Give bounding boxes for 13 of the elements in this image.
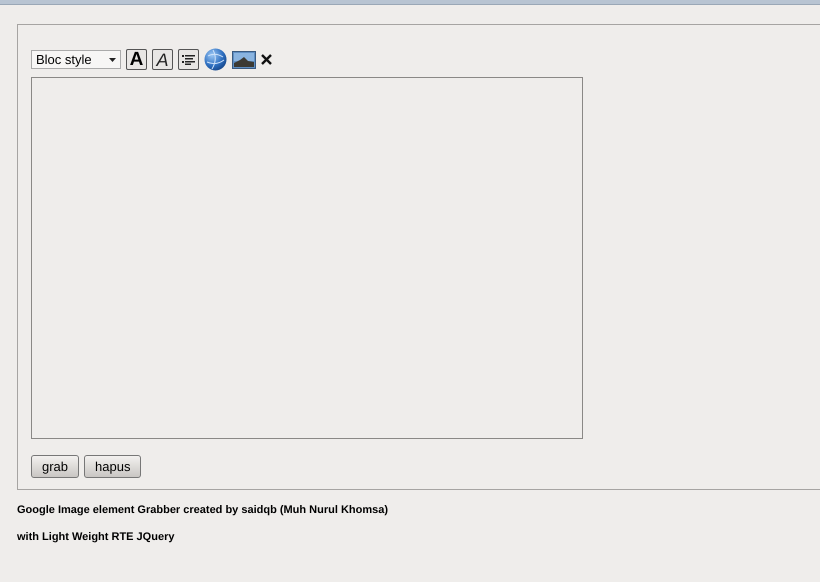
dropdown-arrow-icon <box>109 58 116 62</box>
action-button[interactable]: hapus <box>84 455 142 478</box>
list-icon <box>182 54 195 64</box>
action-button[interactable]: grab <box>31 455 80 478</box>
bold-button[interactable]: A <box>126 49 147 70</box>
credit-text: Google Image element Grabber created by saidqb (Muh Nurul Khomsa) <box>17 503 390 517</box>
style-select[interactable]: Bloc style <box>31 50 121 69</box>
list-button[interactable] <box>178 49 199 70</box>
credit-text: with Light Weight RTE JQuery <box>17 530 176 544</box>
italic-button[interactable]: A <box>152 49 173 70</box>
image-icon[interactable] <box>232 50 256 68</box>
close-icon[interactable] <box>261 54 272 65</box>
globe-icon[interactable] <box>204 48 227 71</box>
